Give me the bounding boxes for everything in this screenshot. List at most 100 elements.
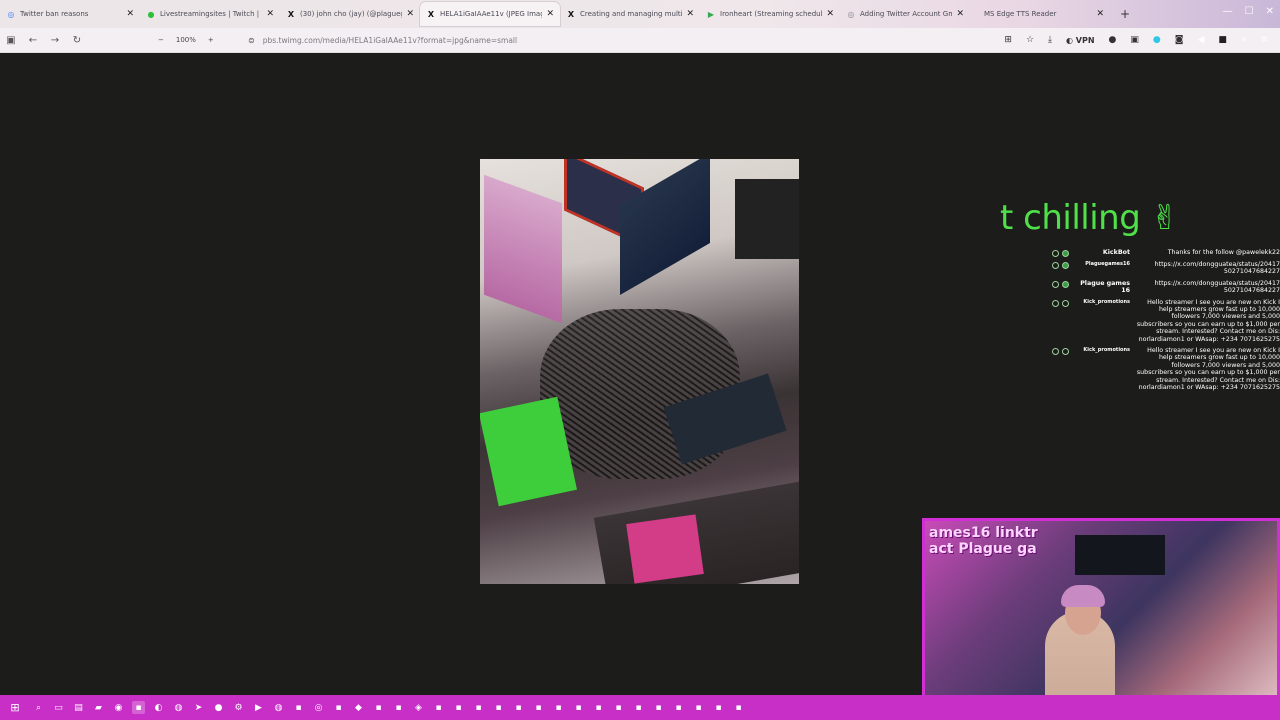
app-icon[interactable]: ▪ bbox=[452, 701, 465, 714]
app-icon[interactable]: ▪ bbox=[572, 701, 585, 714]
tab-strip: ◎ Twitter ban reasons ✕ ● Livestreamings… bbox=[0, 0, 1280, 28]
badge-icon bbox=[1052, 250, 1059, 257]
photo-pink-shape bbox=[626, 514, 704, 584]
app-icon[interactable]: ▪ bbox=[512, 701, 525, 714]
vpn-button[interactable]: ◐ VPN bbox=[1066, 36, 1095, 45]
browser-icon[interactable]: ◍ bbox=[272, 701, 285, 714]
app-icon[interactable]: ▪ bbox=[532, 701, 545, 714]
tab-livestreamingsites[interactable]: ● Livestreamingsites | Twitch | Lin ✕ bbox=[140, 2, 280, 26]
obs-icon[interactable]: ◎ bbox=[312, 701, 325, 714]
wallet-icon[interactable]: ▣ bbox=[1130, 35, 1139, 45]
browser-icon[interactable]: ◍ bbox=[172, 701, 185, 714]
close-icon[interactable]: ✕ bbox=[1096, 9, 1104, 19]
badge-icons bbox=[1052, 347, 1074, 391]
tab-adding-twitter-account[interactable]: ◎ Adding Twitter Account Gmail ✕ bbox=[840, 2, 970, 26]
sidebar-toggle-icon[interactable]: ▣ bbox=[0, 35, 22, 46]
app-icon[interactable]: ▪ bbox=[332, 701, 345, 714]
extension-icon[interactable]: ■ bbox=[1218, 35, 1227, 45]
install-icon[interactable]: ⊞ bbox=[1004, 35, 1012, 45]
app-icon[interactable]: ▪ bbox=[372, 701, 385, 714]
tab-label: Adding Twitter Account Gmail bbox=[860, 10, 953, 18]
telegram-icon[interactable]: ➤ bbox=[192, 701, 205, 714]
start-icon[interactable]: ⊞ bbox=[0, 701, 30, 714]
tab-label: Twitter ban reasons bbox=[20, 10, 89, 18]
app-icon[interactable]: ▪ bbox=[132, 701, 145, 714]
app-icon[interactable]: ▪ bbox=[712, 701, 725, 714]
extension-icon[interactable]: ● bbox=[1153, 35, 1161, 45]
new-tab-icon[interactable]: + bbox=[1120, 7, 1130, 21]
chat-message: KickBot Thanks for the follow @pawelekk2… bbox=[1052, 249, 1280, 257]
displayed-photo[interactable] bbox=[480, 159, 799, 584]
close-icon[interactable]: ✕ bbox=[406, 9, 414, 19]
tab-favicon-icon: ◎ bbox=[847, 9, 855, 19]
zoom-in-icon[interactable]: + bbox=[208, 36, 214, 44]
media-icon[interactable]: ▶ bbox=[252, 701, 265, 714]
cam-hair-shape bbox=[1061, 585, 1105, 607]
edge-icon[interactable]: ◐ bbox=[152, 701, 165, 714]
tab-label: HELA1iGaIAAe11v (JPEG Image bbox=[440, 10, 543, 18]
forward-icon[interactable]: → bbox=[44, 35, 66, 46]
badge-icon bbox=[1062, 299, 1069, 307]
chevron-right-icon[interactable]: » bbox=[1241, 35, 1247, 45]
close-icon[interactable]: ✕ bbox=[956, 9, 964, 19]
photo-monitor-shape bbox=[484, 174, 562, 324]
search-icon[interactable]: ⌕ bbox=[32, 701, 45, 714]
code-icon[interactable]: ◆ bbox=[352, 701, 365, 714]
tab-twitter-ban-reasons[interactable]: ◎ Twitter ban reasons ✕ bbox=[0, 2, 140, 26]
zoom-out-icon[interactable]: − bbox=[158, 36, 164, 44]
app-icon[interactable]: ▪ bbox=[592, 701, 605, 714]
record-icon[interactable]: ● bbox=[212, 701, 225, 714]
app-icon[interactable]: ▪ bbox=[652, 701, 665, 714]
reload-icon[interactable]: ↻ bbox=[66, 35, 88, 46]
app-icon[interactable]: ▪ bbox=[612, 701, 625, 714]
app-icon[interactable]: ▪ bbox=[632, 701, 645, 714]
shield-icon[interactable]: ◈ bbox=[412, 701, 425, 714]
chat-text: https://x.com/dongguatea/status/20417 50… bbox=[1154, 261, 1280, 276]
app-icon[interactable]: ▪ bbox=[492, 701, 505, 714]
app-icon[interactable]: ▪ bbox=[732, 701, 745, 714]
close-icon[interactable]: ✕ bbox=[686, 9, 694, 19]
taskbar-icons: ⌕ ▭ ▤ ▰ ◉ ▪ ◐ ◍ ➤ ● ⚙ ▶ ◍ ▪ ◎ ▪ ◆ ▪ ▪ ◈ ▪ ▪ ▪ ▪ ▪ ▪ ▪ ▪ ▪ ▪ ▪ ▪ ▪ ▪ ▪ ▪ bbox=[30, 701, 745, 714]
close-icon[interactable]: ✕ bbox=[126, 9, 134, 19]
close-icon[interactable]: ✕ bbox=[546, 9, 554, 19]
close-icon[interactable]: ✕ bbox=[266, 9, 274, 19]
menu-icon[interactable]: ≡ bbox=[1260, 35, 1268, 45]
tab-jpeg-image[interactable]: X HELA1iGaIAAe11v (JPEG Image ✕ bbox=[420, 2, 560, 26]
close-icon[interactable]: ✕ bbox=[826, 9, 834, 19]
taskbar: ⊞ ⌕ ▭ ▤ ▰ ◉ ▪ ◐ ◍ ➤ ● ⚙ ▶ ◍ ▪ ◎ ▪ ◆ ▪ ▪ ◈ ▪ ▪ ▪ ▪ ▪ ▪ ▪ ▪ ▪ ▪ ▪ ▪ ▪ ▪ ▪ ▪ bbox=[0, 695, 1280, 720]
app-icon[interactable]: ▪ bbox=[472, 701, 485, 714]
badge-icon bbox=[1052, 299, 1059, 307]
tab-creating-managing[interactable]: X Creating and managing multipl ✕ bbox=[560, 2, 700, 26]
speaker-icon[interactable]: ◀ bbox=[1198, 35, 1205, 45]
navigation-bar: ▣ ← → ↻ − 100% + ⊜ pbs.twimg.com/media/H… bbox=[0, 28, 1280, 53]
address-bar[interactable]: ⊜ pbs.twimg.com/media/HELA1iGaIAAe11v?fo… bbox=[248, 32, 908, 49]
settings-icon[interactable]: ⚙ bbox=[232, 701, 245, 714]
bookmark-star-icon[interactable]: ☆ bbox=[1026, 35, 1034, 45]
tab-ms-edge-tts[interactable]: MS Edge TTS Reader ✕ bbox=[970, 2, 1110, 26]
back-icon[interactable]: ← bbox=[22, 35, 44, 46]
app-icon[interactable]: ▪ bbox=[292, 701, 305, 714]
chrome-icon[interactable]: ◉ bbox=[112, 701, 125, 714]
tab-label: MS Edge TTS Reader bbox=[984, 10, 1057, 18]
app-icon[interactable]: ▪ bbox=[392, 701, 405, 714]
close-window-icon[interactable]: ✕ bbox=[1266, 6, 1274, 17]
maximize-icon[interactable]: ☐ bbox=[1245, 6, 1254, 17]
x-logo-icon: X bbox=[287, 9, 295, 19]
taskview-icon[interactable]: ▭ bbox=[52, 701, 65, 714]
tab-john-cho[interactable]: X (30) john cho (jay) (@plaguegi ✕ bbox=[280, 2, 420, 26]
store-icon[interactable]: ▤ bbox=[72, 701, 85, 714]
app-icon[interactable]: ▪ bbox=[432, 701, 445, 714]
extension-icon[interactable]: ● bbox=[1109, 35, 1117, 45]
minimize-icon[interactable]: — bbox=[1223, 6, 1233, 17]
camera-icon[interactable]: ◙ bbox=[1175, 35, 1184, 45]
chat-username: Kick_promotions bbox=[1083, 347, 1130, 354]
tab-ironheart[interactable]: ▶ Ironheart (Streaming schedule ✕ bbox=[700, 2, 840, 26]
site-info-icon[interactable]: ⊜ bbox=[248, 36, 255, 45]
badge-icon bbox=[1052, 262, 1059, 269]
folder-icon[interactable]: ▰ bbox=[92, 701, 105, 714]
app-icon[interactable]: ▪ bbox=[552, 701, 565, 714]
download-icon[interactable]: ⤓ bbox=[1048, 35, 1052, 45]
app-icon[interactable]: ▪ bbox=[672, 701, 685, 714]
chat-text: https://x.com/dongguatea/status/20417 50… bbox=[1154, 279, 1280, 295]
app-icon[interactable]: ▪ bbox=[692, 701, 705, 714]
